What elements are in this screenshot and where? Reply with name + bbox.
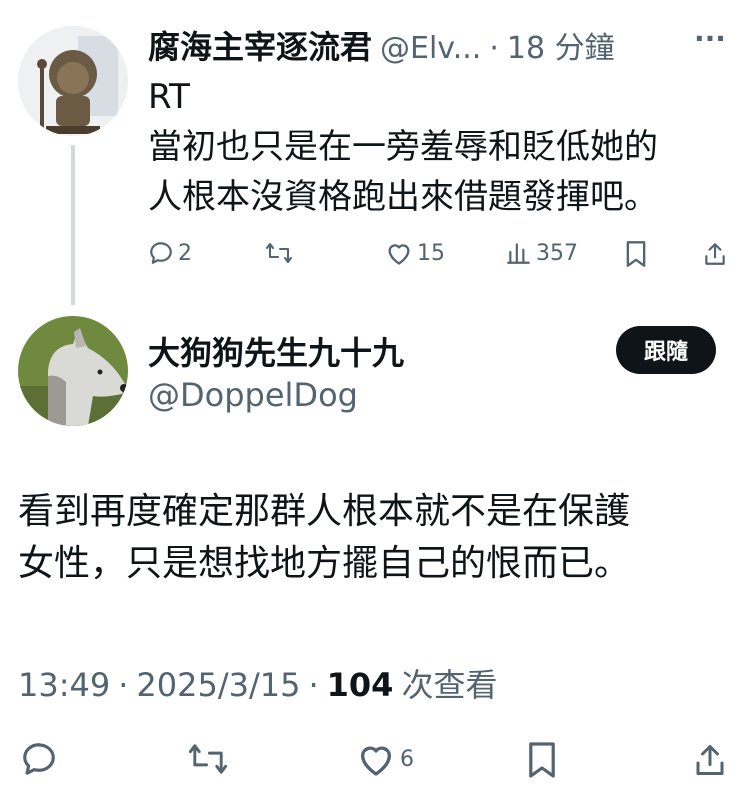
bookmark-button[interactable] — [526, 740, 558, 780]
comment-icon — [148, 240, 174, 266]
reply-comment-button[interactable]: 2 — [148, 240, 192, 266]
thread-connector-line — [71, 145, 75, 305]
reply-timestamp[interactable]: 18 分鐘 — [507, 23, 615, 67]
doraemon-statue-avatar-image — [18, 26, 128, 136]
reply-comment-count: 2 — [178, 240, 192, 266]
tweet-time[interactable]: 13:49 — [18, 666, 110, 704]
views-count[interactable]: 104 — [327, 666, 394, 704]
meta-separator: · — [308, 666, 319, 704]
heart-icon — [385, 240, 413, 266]
reply-text-line-1: RT — [148, 77, 190, 117]
reply-share-button[interactable] — [702, 240, 728, 268]
more-options-icon[interactable]: ··· — [694, 22, 726, 55]
like-count: 6 — [400, 746, 414, 772]
retweet-icon — [264, 240, 294, 266]
replier-display-name[interactable]: 腐海主宰逐流君 — [148, 22, 372, 68]
bookmark-icon — [624, 240, 648, 268]
reply-bookmark-button[interactable] — [624, 240, 648, 268]
reply-views-button[interactable]: 357 — [506, 240, 578, 266]
comment-icon — [20, 740, 58, 778]
follow-button[interactable]: 跟隨 — [616, 326, 716, 374]
reply-like-button[interactable]: 15 — [385, 240, 445, 266]
replier-handle[interactable]: @Elv... — [380, 31, 481, 66]
husky-dog-avatar-image — [18, 316, 128, 426]
bookmark-icon — [526, 740, 558, 780]
reply-like-count: 15 — [417, 240, 445, 266]
retweet-button[interactable] — [186, 740, 234, 778]
author-handle[interactable]: @DoppelDog — [148, 376, 358, 414]
avatar-author[interactable] — [18, 316, 128, 426]
share-icon — [692, 740, 728, 780]
meta-separator: · — [118, 666, 129, 704]
reply-retweet-button[interactable] — [264, 240, 298, 266]
share-button[interactable] — [692, 740, 728, 780]
views-label: 次查看 — [401, 666, 498, 704]
reply-text-line-2: 當初也只是在一旁羞辱和貶低她的 — [148, 127, 658, 167]
reply-views-count: 357 — [536, 240, 578, 266]
tweet-text-line-1: 看到再度確定那群人根本就不是在保護 — [18, 491, 631, 532]
heart-icon — [356, 740, 396, 778]
views-bar-chart-icon — [506, 240, 532, 266]
tweet-date[interactable]: 2025/3/15 — [136, 666, 300, 704]
tweet-text-line-2: 女性，只是想找地方擺自己的恨而已。 — [18, 543, 631, 584]
like-button[interactable]: 6 — [356, 740, 414, 778]
avatar-replier[interactable] — [18, 26, 128, 136]
share-icon — [702, 240, 728, 268]
reply-text-line-3: 人根本沒資格跑出來借題發揮吧。 — [148, 177, 658, 217]
meta-separator: · — [489, 31, 499, 66]
retweet-icon — [186, 740, 230, 778]
comment-button[interactable] — [20, 740, 62, 778]
author-display-name[interactable]: 大狗狗先生九十九 — [148, 328, 404, 374]
